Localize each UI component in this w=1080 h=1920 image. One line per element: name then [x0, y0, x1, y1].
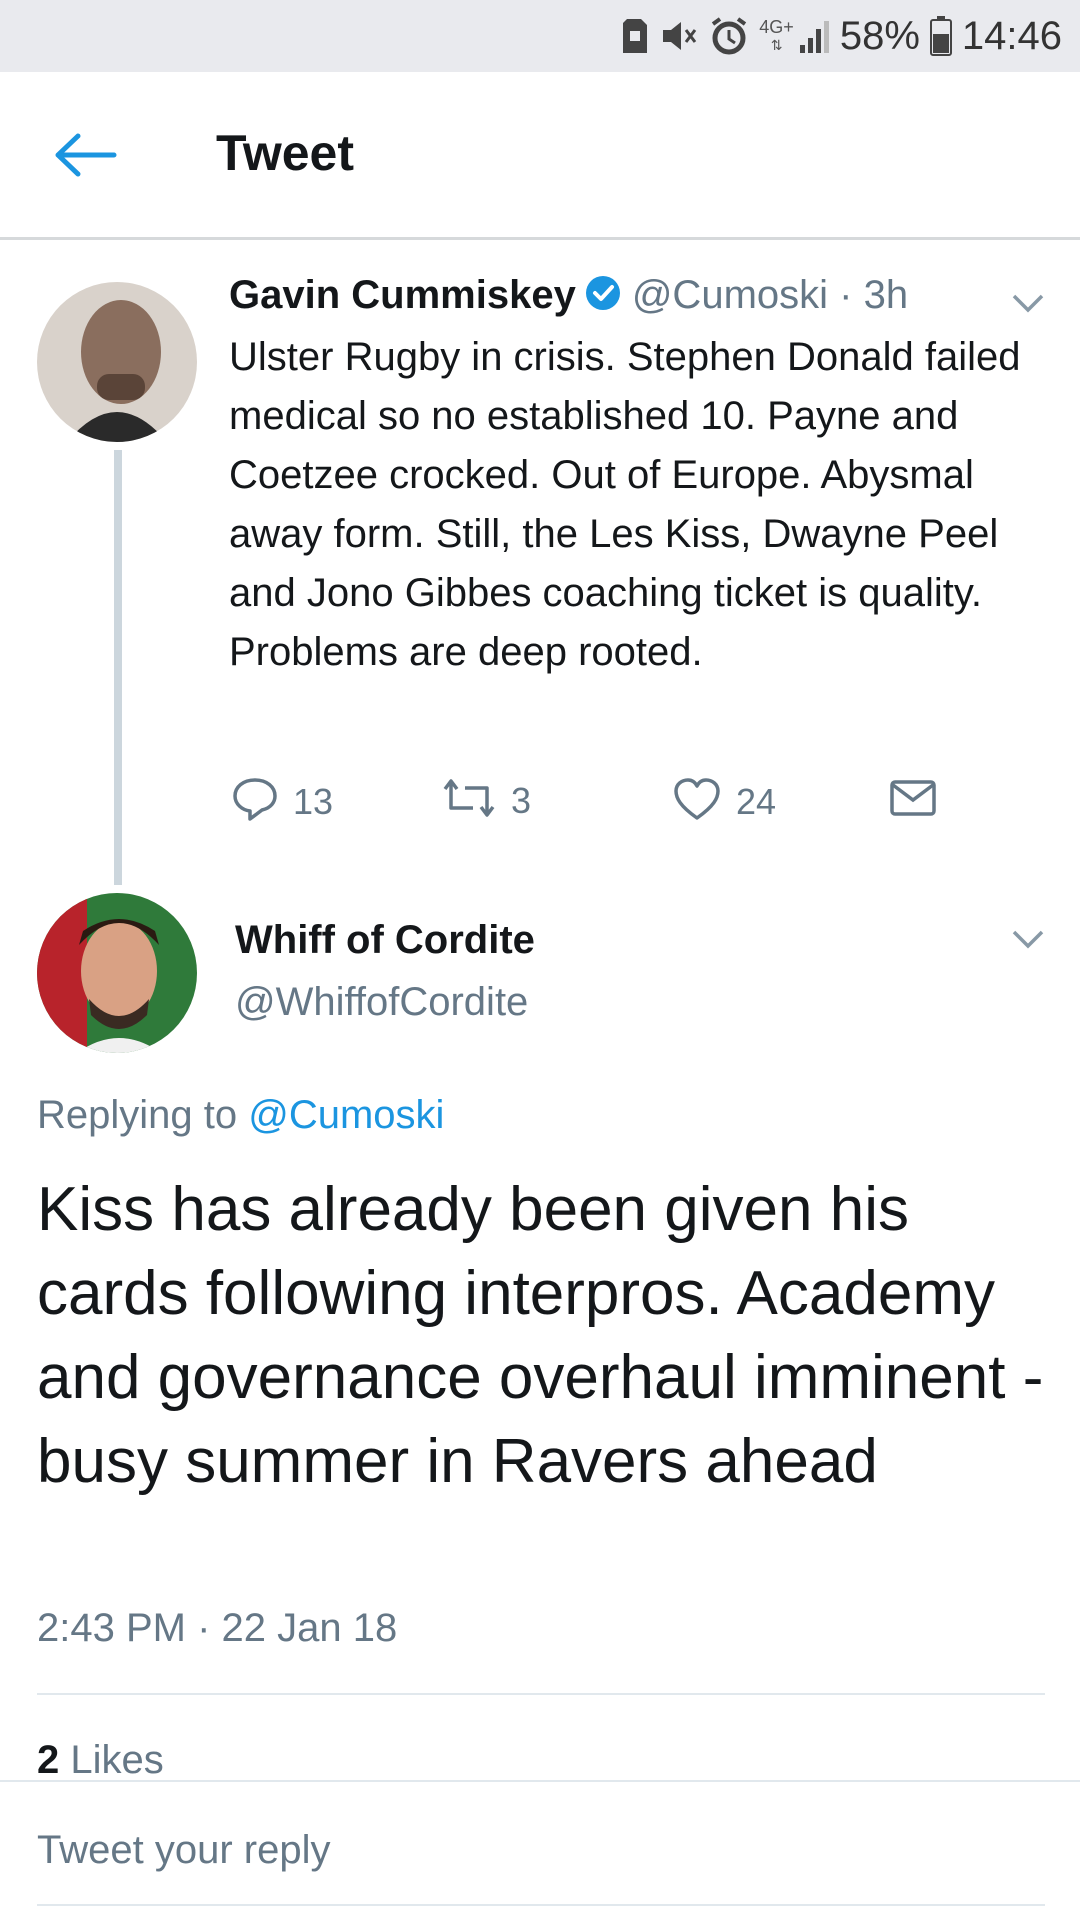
reply-button[interactable]: 13 [231, 776, 333, 827]
clock: 14:46 [961, 13, 1062, 58]
reply-author-handle[interactable]: @WhiffofCordite [235, 980, 528, 1025]
likes-summary[interactable]: 2 Likes [37, 1738, 164, 1783]
likes-label: Likes [70, 1738, 164, 1782]
heart-icon [672, 776, 722, 827]
divider [0, 1780, 1080, 1782]
retweet-icon [441, 776, 497, 825]
chevron-down-icon[interactable] [1011, 292, 1045, 314]
sd-card-icon [621, 17, 649, 55]
battery-icon [929, 16, 952, 56]
tweet-author-row: Gavin Cummiskey @Cumoski · 3h [229, 273, 908, 318]
tweet-text: Ulster Rugby in crisis. Stephen Donald f… [229, 335, 1021, 674]
divider [37, 1693, 1045, 1695]
verified-badge-icon [584, 274, 622, 317]
likes-count: 2 [37, 1738, 60, 1782]
avatar-gavin[interactable] [37, 282, 197, 442]
reply-icon [231, 776, 279, 827]
chevron-down-icon[interactable] [1011, 928, 1045, 950]
retweet-count: 3 [511, 779, 532, 821]
like-button[interactable]: 24 [672, 776, 776, 827]
network-indicator: 4G+ ⇅ [759, 17, 794, 53]
direct-message-button[interactable] [889, 778, 937, 823]
like-count: 24 [736, 780, 777, 822]
envelope-icon [889, 778, 937, 823]
mute-icon [659, 18, 699, 54]
avatar-whiff[interactable] [37, 893, 197, 1053]
retweet-button[interactable]: 3 [441, 776, 531, 825]
replying-to: Replying to @Cumoski [37, 1093, 444, 1138]
author-handle-time: @Cumoski · 3h [631, 273, 909, 317]
top-app-bar: Tweet [0, 72, 1080, 240]
tweet-timestamp: 2:43 PM · 22 Jan 18 [37, 1606, 398, 1650]
replying-to-label: Replying to [37, 1093, 238, 1137]
battery-percent: 58% [839, 13, 920, 58]
signal-icon [799, 19, 830, 53]
reply-author-name[interactable]: Whiff of Cordite [235, 918, 535, 963]
reply-tweet-text: Kiss has already been given his cards fo… [37, 1175, 1044, 1496]
network-type: 4G+ [759, 17, 794, 37]
author-name[interactable]: Gavin Cummiskey [229, 273, 576, 318]
tweet-actions: 13 3 24 [0, 770, 1080, 830]
reply-input[interactable]: Tweet your reply [37, 1828, 330, 1873]
page-title: Tweet [216, 125, 354, 181]
replying-to-mention[interactable]: @Cumoski [248, 1093, 444, 1137]
back-arrow-icon[interactable] [52, 130, 122, 180]
status-bar: 4G+ ⇅ 58% 14:46 [0, 0, 1080, 72]
alarm-icon [709, 16, 749, 56]
reply-count: 13 [293, 780, 334, 822]
reply-input-underline [37, 1904, 1045, 1906]
